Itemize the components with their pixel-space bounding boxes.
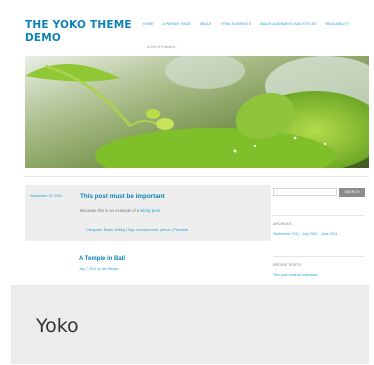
search-button: SEARCH bbox=[339, 188, 365, 197]
post-date: September 20, 2011 bbox=[30, 194, 63, 198]
theme-name: Yoko bbox=[36, 315, 79, 337]
archives-links: September 2011 · July 2011 · June 2011 bbox=[273, 232, 338, 236]
site-title: THE YOKO THEME DEMO bbox=[25, 19, 132, 44]
site-navigation: HOME A PARENT PAGE ABOUT HTML ELEMENTS I… bbox=[143, 20, 367, 29]
theme-caption[interactable]: Yoko bbox=[11, 285, 369, 364]
content-divider bbox=[25, 176, 369, 177]
recent-posts-heading: RECENT POSTS bbox=[273, 263, 301, 267]
sticky-post: September 20, 2011 This post must be imp… bbox=[25, 185, 271, 241]
theme-screenshot[interactable]: THE YOKO THEME DEMO HOME A PARENT PAGE A… bbox=[11, 1, 369, 285]
nav-item-parent-page: A PARENT PAGE bbox=[162, 22, 191, 26]
header-image bbox=[25, 56, 369, 168]
nav-item-image-alignment: IMAGE ALIGNMENT AND STYLES bbox=[260, 22, 317, 26]
recent-post-link: This post must be important bbox=[273, 273, 318, 277]
theme-card[interactable]: THE YOKO THEME DEMO HOME A PARENT PAGE A… bbox=[11, 1, 369, 364]
site-tagline: A test of 5 distinct... bbox=[147, 45, 179, 49]
search-input bbox=[273, 188, 337, 196]
second-post-date: July 7, 2011 by Ian Stewart bbox=[79, 267, 119, 271]
nav-item-home: HOME bbox=[143, 22, 154, 26]
post-excerpt: Because this is an example of a sticky p… bbox=[80, 208, 161, 213]
widget-divider bbox=[273, 256, 365, 257]
nav-item-html-elements: HTML ELEMENTS bbox=[220, 22, 251, 26]
nav-item-readability: READABILITY bbox=[325, 22, 349, 26]
second-post-title: A Temple in Bali bbox=[79, 256, 126, 262]
post-meta: Categories: Books, Writing | Tags: annou… bbox=[86, 228, 189, 232]
nav-item-about: ABOUT bbox=[199, 22, 212, 26]
post-excerpt-text: Because this is an example of a bbox=[80, 208, 140, 213]
archives-heading: ARCHIVES bbox=[273, 222, 292, 226]
post-title: This post must be important bbox=[80, 193, 165, 200]
post-excerpt-link: sticky post. bbox=[140, 208, 162, 213]
widget-divider bbox=[273, 215, 365, 216]
